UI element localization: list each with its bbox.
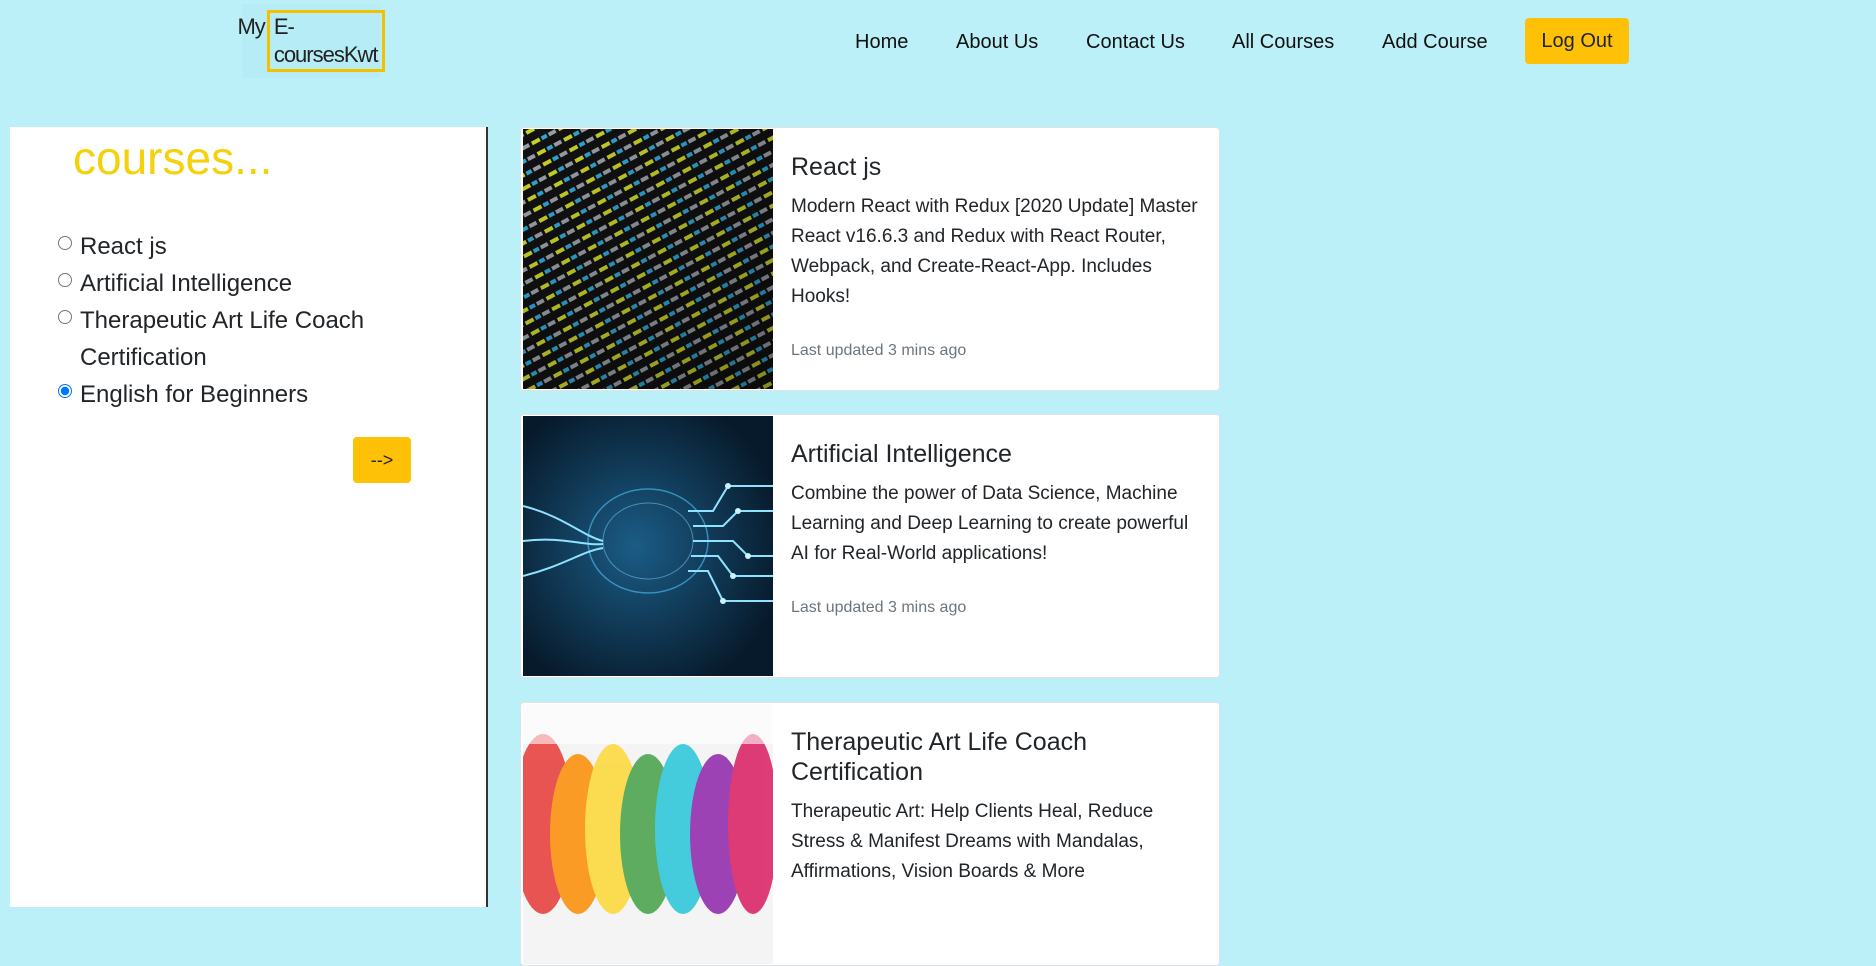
card-updated: Last updated 3 mins ago xyxy=(791,599,967,616)
course-card[interactable]: React js Modern React with Redux [2020 U… xyxy=(520,127,1220,391)
code-screen-image xyxy=(523,129,773,389)
course-option-label[interactable]: English for Beginners xyxy=(80,376,420,413)
card-title[interactable]: Therapeutic Art Life Coach Certification xyxy=(791,727,1201,787)
course-option: React js xyxy=(46,228,446,265)
nav-add-course-link[interactable]: Add Course xyxy=(1382,30,1488,54)
next-arrow-button[interactable]: --> xyxy=(353,437,411,483)
nav-contact-us-link[interactable]: Contact Us xyxy=(1086,30,1185,54)
nav-about-us-link[interactable]: About Us xyxy=(956,30,1038,54)
course-option: Artificial Intelligence xyxy=(46,265,446,302)
course-selection-panel: courses... React js Artificial Intellige… xyxy=(10,127,488,907)
logo-prefix: My xyxy=(237,14,265,39)
circuit-brain-image xyxy=(523,416,773,676)
course-card[interactable]: Therapeutic Art Life Coach Certification… xyxy=(520,702,1220,966)
logout-button[interactable]: Log Out xyxy=(1525,18,1629,64)
course-radio-ai[interactable] xyxy=(58,273,72,287)
course-option: Therapeutic Art Life Coach Certification xyxy=(46,302,446,376)
course-radio-english[interactable] xyxy=(58,384,72,398)
course-option-label[interactable]: Artificial Intelligence xyxy=(80,265,420,302)
panel-title: courses... xyxy=(73,132,273,184)
card-title[interactable]: Artificial Intelligence xyxy=(791,439,1201,469)
course-radio-art[interactable] xyxy=(58,310,72,324)
site-logo[interactable]: My E-coursesKwt xyxy=(237,4,385,78)
logo-wordmark: My E-coursesKwt xyxy=(237,10,385,72)
nav-home-link[interactable]: Home xyxy=(855,30,908,54)
card-title[interactable]: React js xyxy=(791,152,1201,182)
card-body: Artificial Intelligence Combine the powe… xyxy=(791,415,1201,617)
course-option-label[interactable]: Therapeutic Art Life Coach Certification xyxy=(80,302,420,376)
nav-all-courses-link[interactable]: All Courses xyxy=(1232,30,1334,54)
course-card[interactable]: Artificial Intelligence Combine the powe… xyxy=(520,414,1220,678)
course-option-label[interactable]: React js xyxy=(80,228,420,265)
card-description: Combine the power of Data Science, Machi… xyxy=(791,483,1189,564)
card-body: React js Modern React with Redux [2020 U… xyxy=(791,128,1201,360)
rainbow-smoke-image xyxy=(523,704,773,964)
card-body: Therapeutic Art Life Coach Certification… xyxy=(791,703,1201,887)
card-description: Therapeutic Art: Help Clients Heal, Redu… xyxy=(791,801,1154,882)
card-description: Modern React with Redux [2020 Update] Ma… xyxy=(791,196,1198,307)
card-updated: Last updated 3 mins ago xyxy=(791,342,967,359)
course-radio-react[interactable] xyxy=(58,236,72,250)
course-option: English for Beginners xyxy=(46,376,446,413)
course-radio-group: React js Artificial Intelligence Therape… xyxy=(46,228,446,413)
logo-brand: E-coursesKwt xyxy=(266,10,385,72)
top-navbar: My E-coursesKwt Home About Us Contact Us… xyxy=(0,0,1876,84)
